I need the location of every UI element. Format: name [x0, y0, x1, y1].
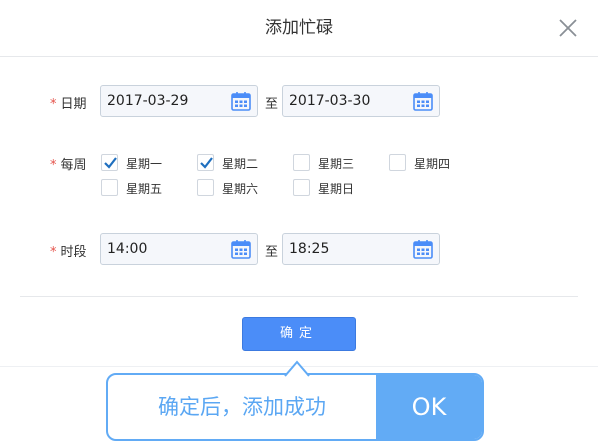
weekday-label: 星期日	[318, 182, 355, 196]
dialog-title: 添加忙碌	[0, 0, 598, 57]
add-busy-dialog: 添加忙碌 * 日期 2017-03-29 至 2017-03-30 * 每周 星…	[0, 0, 598, 367]
end-time-value: 18:25	[289, 241, 330, 257]
start-date-field[interactable]: 2017-03-29	[100, 85, 258, 117]
required-mark: *	[50, 158, 57, 173]
confirm-button[interactable]: 确定	[242, 317, 356, 351]
checkbox-box[interactable]	[197, 179, 214, 196]
weekday-label: 星期六	[222, 182, 259, 196]
time-label: 时段	[60, 245, 87, 260]
date-label: 日期	[60, 97, 87, 112]
weekday-label: 星期二	[222, 157, 259, 171]
calendar-icon[interactable]	[413, 91, 433, 111]
required-mark: *	[50, 97, 57, 112]
checkmark-icon	[200, 157, 213, 169]
weekday-label: 星期一	[126, 157, 163, 171]
calendar-icon[interactable]	[231, 239, 251, 259]
end-date-value: 2017-03-30	[289, 93, 371, 109]
tip-toast: 确定后，添加成功 OK	[106, 360, 484, 441]
start-time-value: 14:00	[107, 241, 148, 257]
checkbox-box[interactable]	[389, 154, 406, 171]
week-row-label: * 每周	[50, 154, 87, 173]
date-separator: 至	[265, 97, 279, 112]
close-icon[interactable]	[558, 18, 578, 38]
footer-divider	[20, 296, 578, 297]
time-row-label: * 时段	[50, 241, 87, 260]
start-date-value: 2017-03-29	[107, 93, 189, 109]
checkbox-box[interactable]	[293, 179, 310, 196]
checkbox-box[interactable]	[101, 179, 118, 196]
ok-button[interactable]: OK	[376, 375, 482, 439]
date-row-label: * 日期	[50, 93, 87, 112]
required-mark: *	[50, 245, 57, 260]
time-separator: 至	[265, 245, 279, 260]
weekday-label: 星期四	[414, 157, 451, 171]
checkbox-box[interactable]	[293, 154, 310, 171]
checkmark-icon	[104, 157, 117, 169]
end-date-field[interactable]: 2017-03-30	[282, 85, 440, 117]
weekday-label: 星期五	[126, 182, 163, 196]
calendar-icon[interactable]	[413, 239, 433, 259]
calendar-icon[interactable]	[231, 91, 251, 111]
weekday-label: 星期三	[318, 157, 355, 171]
toast-message: 确定后，添加成功	[158, 395, 326, 419]
week-label: 每周	[60, 158, 87, 173]
end-time-field[interactable]: 18:25	[282, 233, 440, 265]
start-time-field[interactable]: 14:00	[100, 233, 258, 265]
